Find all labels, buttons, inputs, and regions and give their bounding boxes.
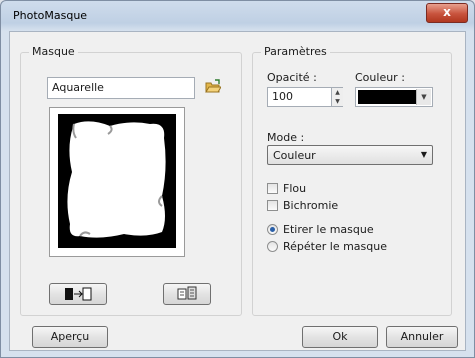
color-swatch — [358, 90, 416, 104]
photomasque-dialog: PhotoMasque x Masque Aquarelle Paramètre… — [0, 0, 475, 358]
annuler-label: Annuler — [400, 330, 444, 343]
mode-label: Mode : — [267, 131, 305, 144]
masque-group-label: Masque — [29, 45, 78, 58]
flou-checkbox[interactable] — [267, 183, 278, 194]
etirer-label[interactable]: Etirer le masque — [283, 223, 374, 236]
opacity-label: Opacité : — [267, 71, 317, 84]
opacity-stepper[interactable]: ▲ ▼ — [331, 88, 343, 106]
masque-group: Masque Aquarelle — [20, 45, 242, 316]
ok-button[interactable]: Ok — [302, 326, 378, 348]
title-bar[interactable]: PhotoMasque x — [1, 1, 474, 29]
apercu-label: Aperçu — [50, 330, 90, 343]
watercolor-mask-image — [58, 114, 176, 248]
stepper-down-icon[interactable]: ▼ — [332, 97, 343, 106]
annuler-button[interactable]: Annuler — [386, 326, 458, 348]
mode-selected-value: Couleur — [273, 149, 316, 162]
mask-preview — [49, 107, 185, 257]
etirer-radio[interactable] — [267, 224, 278, 235]
color-picker[interactable]: ▼ — [355, 87, 433, 107]
mask-settings-icon — [177, 286, 197, 300]
close-button[interactable]: x — [426, 3, 468, 23]
chevron-down-icon[interactable]: ▼ — [416, 89, 431, 105]
color-label: Couleur : — [355, 71, 405, 84]
parametres-group-label: Paramètres — [261, 45, 330, 58]
parametres-group: Paramètres Opacité : 100 ▲ ▼ Couleur : ▼… — [252, 45, 452, 316]
chevron-down-icon: ▼ — [420, 150, 427, 159]
swap-mask-icon — [65, 287, 92, 301]
repeter-label[interactable]: Répéter le masque — [283, 240, 387, 253]
opacity-value: 100 — [272, 90, 293, 103]
mask-name-field[interactable]: Aquarelle — [47, 77, 195, 99]
flou-label[interactable]: Flou — [283, 182, 306, 195]
apercu-button[interactable]: Aperçu — [32, 326, 108, 348]
stepper-up-icon[interactable]: ▲ — [332, 88, 343, 97]
folder-open-icon[interactable] — [205, 79, 222, 95]
ok-label: Ok — [332, 330, 348, 343]
bichromie-checkbox[interactable] — [267, 200, 278, 211]
dialog-client: Masque Aquarelle Paramètres Opacité: 10… — [9, 31, 466, 351]
mask-settings-button[interactable] — [163, 283, 211, 305]
repeter-radio[interactable] — [267, 241, 278, 252]
swap-mask-button[interactable] — [49, 283, 107, 305]
window-title: PhotoMasque — [13, 9, 88, 22]
bichromie-label[interactable]: Bichromie — [283, 199, 338, 212]
mode-select[interactable]: Couleur ▼ — [267, 145, 433, 165]
